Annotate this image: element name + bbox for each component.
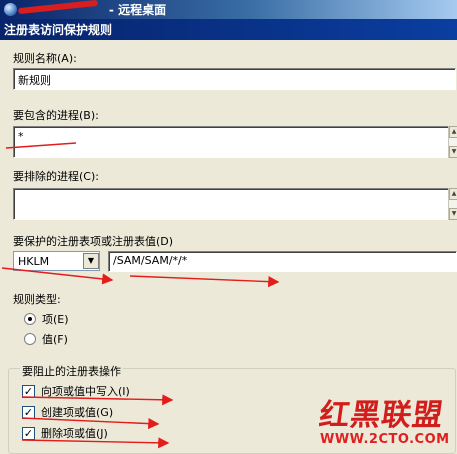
annotation-arrow bbox=[129, 275, 280, 288]
exclude-process-label: 要排除的进程(C): bbox=[13, 170, 99, 183]
block-create-checkbox[interactable]: ✓ 创建项或值(G) bbox=[22, 404, 113, 420]
scroll-down-icon[interactable]: ▼ bbox=[449, 146, 457, 158]
rdp-title: - 远程桌面 bbox=[108, 3, 167, 17]
rule-name-input[interactable]: 新规则 bbox=[13, 68, 456, 90]
registry-path-value: /SAM/SAM/*/* bbox=[113, 254, 188, 267]
radio-unchecked-icon bbox=[24, 333, 36, 345]
registry-path-input[interactable]: /SAM/SAM/*/* bbox=[108, 251, 457, 272]
rule-name-label: 规则名称(A): bbox=[13, 52, 77, 65]
include-process-input[interactable]: * bbox=[13, 126, 449, 158]
block-delete-checkbox[interactable]: ✓ 删除项或值(J) bbox=[22, 425, 108, 441]
checkmark-icon: ✓ bbox=[22, 405, 35, 419]
scroll-up-icon[interactable]: ▲ bbox=[449, 188, 457, 200]
checkmark-icon: ✓ bbox=[22, 384, 35, 398]
chevron-down-icon[interactable]: ▼ bbox=[83, 253, 99, 269]
checkmark-icon: ✓ bbox=[22, 426, 35, 440]
dialog-titlebar: 注册表访问保护规则 bbox=[0, 19, 457, 40]
block-write-checkbox[interactable]: ✓ 向项或值中写入(I) bbox=[22, 383, 130, 399]
block-delete-label: 删除项或值(J) bbox=[41, 427, 108, 440]
rule-type-key-radio[interactable]: 项(E) bbox=[24, 311, 69, 327]
exclude-process-input[interactable] bbox=[13, 188, 449, 220]
watermark-logo: 红黑联盟 bbox=[317, 398, 446, 433]
block-create-label: 创建项或值(G) bbox=[41, 406, 114, 419]
registry-root-value: HKLM bbox=[18, 255, 50, 268]
scroll-up-icon[interactable]: ▲ bbox=[449, 126, 457, 138]
rule-type-value-label: 值(F) bbox=[42, 333, 68, 346]
include-process-value: * bbox=[18, 130, 24, 143]
block-operations-caption: 要阻止的注册表操作 bbox=[20, 363, 123, 379]
radio-checked-icon bbox=[24, 313, 36, 325]
dialog-title: 注册表访问保护规则 bbox=[4, 23, 113, 37]
rule-name-value: 新规则 bbox=[18, 74, 51, 87]
exclude-process-scrollbar[interactable]: ▲ ▼ bbox=[448, 188, 457, 220]
rule-type-key-label: 项(E) bbox=[42, 313, 69, 326]
protect-key-label: 要保护的注册表项或注册表值(D) bbox=[13, 235, 174, 248]
block-write-label: 向项或值中写入(I) bbox=[41, 385, 130, 398]
remote-desktop-icon bbox=[4, 3, 17, 16]
rule-type-label: 规则类型: bbox=[13, 293, 61, 306]
watermark-url: WWW.2CTO.COM bbox=[320, 432, 450, 447]
include-process-scrollbar[interactable]: ▲ ▼ bbox=[448, 126, 457, 158]
include-process-label: 要包含的进程(B): bbox=[13, 109, 99, 122]
scroll-down-icon[interactable]: ▼ bbox=[449, 208, 457, 220]
rule-type-value-radio[interactable]: 值(F) bbox=[24, 331, 68, 347]
